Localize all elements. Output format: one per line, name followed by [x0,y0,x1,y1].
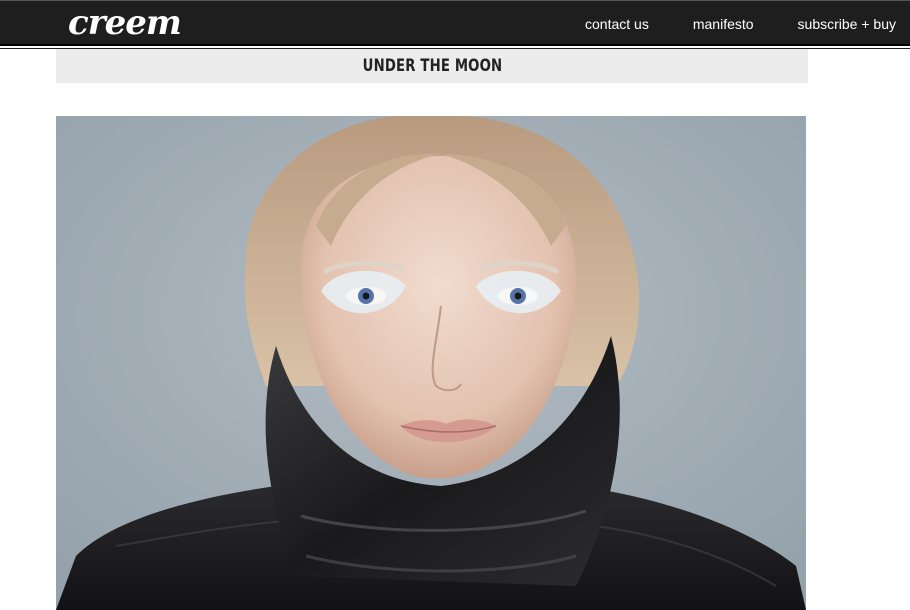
nav-contact-us-link[interactable]: contact us [585,16,649,32]
article-title-bar: UNDER THE MOON [56,49,808,83]
site-logo[interactable]: creem [68,3,182,43]
main-nav: contact us manifesto subscribe + buy [541,1,896,47]
portrait-illustration [56,116,806,610]
article-title: UNDER THE MOON [362,56,502,76]
top-navigation-bar: creem contact us manifesto subscribe + b… [0,0,910,46]
editorial-photo[interactable] [56,116,806,610]
nav-manifesto-link[interactable]: manifesto [693,16,754,32]
nav-subscribe-buy-link[interactable]: subscribe + buy [798,16,896,32]
